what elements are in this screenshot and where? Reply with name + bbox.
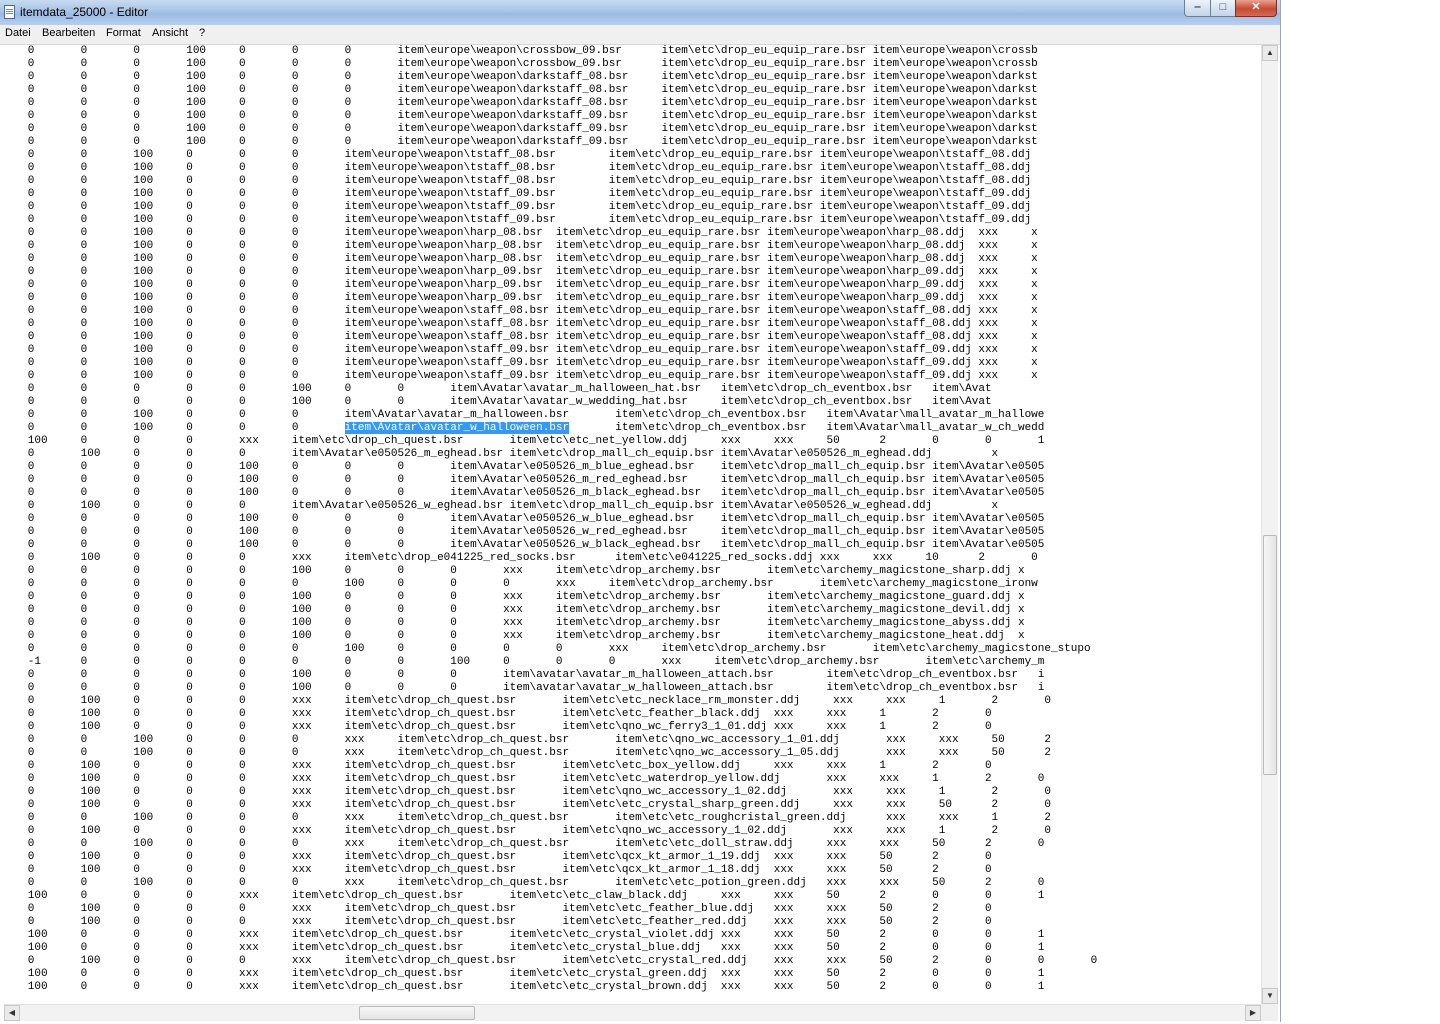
text-line: 0 0 0 100 0 0 0 item\europe\weapon\darks…: [8, 71, 1038, 83]
text-line: 0 0 100 0 0 0 item\europe\weapon\tstaff_…: [8, 201, 1032, 213]
text-line: 0 100 0 0 0 xxx item\etc\drop_ch_quest.b…: [8, 903, 992, 915]
text-line: 0 0 0 0 100 0 0 0 item\Avatar\e050526_w_…: [8, 539, 1045, 551]
text-line: 0 100 0 0 0 xxx item\etc\drop_ch_quest.b…: [8, 760, 992, 772]
size-grip[interactable]: [1261, 1004, 1278, 1021]
text-line: 0 0 100 0 0 0 xxx item\etc\drop_ch_quest…: [8, 812, 1051, 824]
notepad-window: itemdata_25000 - Editor ‒ □ ✕ Datei Bear…: [0, 0, 1281, 1022]
scroll-right-button[interactable]: ▶: [1245, 1005, 1261, 1021]
text-line: 0 100 0 0 0 xxx item\etc\drop_ch_quest.b…: [8, 695, 1051, 707]
text-line: 0 0 0 0 0 100 0 0 0 item\avatar\avatar_m…: [8, 669, 1045, 681]
text-line: 0 0 100 0 0 0 xxx item\etc\drop_ch_quest…: [8, 877, 1045, 889]
text-line: 0 0 100 0 0 0 item\europe\weapon\harp_09…: [8, 266, 1038, 278]
text-line: 0 100 0 0 0 xxx item\etc\drop_ch_quest.b…: [8, 916, 992, 928]
text-line: 100 0 0 0 xxx item\etc\drop_ch_quest.bsr…: [8, 929, 1045, 941]
text-line: -1 0 0 0 0 0 0 0 100 0 0 0 xxx item\etc\…: [8, 656, 1045, 668]
text-line: 0 0 0 0 100 0 0 0 item\Avatar\e050526_w_…: [8, 513, 1045, 525]
text-line: 0 0 100 0 0 0 item\europe\weapon\tstaff_…: [8, 188, 1032, 200]
maximize-button[interactable]: □: [1210, 0, 1236, 17]
minimize-button[interactable]: ‒: [1184, 0, 1211, 17]
text-line: 0 100 0 0 0 xxx item\etc\drop_ch_quest.b…: [8, 773, 1045, 785]
text-line: 0 0 100 0 0 0 xxx item\etc\drop_ch_quest…: [8, 838, 1045, 850]
text-line: 0 0 0 0 0 100 0 0 0 xxx item\etc\drop_ar…: [8, 617, 1025, 629]
text-line: 0 0 100 0 0 0 item\europe\weapon\tstaff_…: [8, 149, 1032, 161]
text-line: 0 0 0 100 0 0 0 item\europe\weapon\darks…: [8, 110, 1038, 122]
text-line: 0 0 0 100 0 0 0 item\europe\weapon\darks…: [8, 84, 1038, 96]
text-line: 0 0 0 0 100 0 0 0 item\Avatar\e050526_m_…: [8, 474, 1045, 486]
editor-text: 0 0 0 100 0 0 0 item\europe\weapon\cross…: [4, 45, 1097, 994]
text-line: 0 0 0 0 0 100 0 0 0 xxx item\etc\drop_ar…: [8, 604, 1025, 616]
text-line: 100 0 0 0 xxx item\etc\drop_ch_quest.bsr…: [8, 435, 1045, 447]
notepad-app-icon[interactable]: [4, 5, 15, 19]
menu-bar: Datei Bearbeiten Format Ansicht ?: [0, 25, 1280, 45]
text-line: 0 100 0 0 0 item\Avatar\e050526_w_eghead…: [8, 500, 999, 512]
text-line: 0 0 0 0 0 0 100 0 0 0 0 xxx item\etc\dro…: [8, 643, 1091, 655]
text-line: 100 0 0 0 xxx item\etc\drop_ch_quest.bsr…: [8, 968, 1045, 980]
text-line: 0 0 100 0 0 0 item\europe\weapon\harp_09…: [8, 292, 1038, 304]
text-line: 0 0 100 0 0 0 xxx item\etc\drop_ch_quest…: [8, 747, 1051, 759]
text-line: 0 0 0 0 100 0 0 0 item\Avatar\e050526_w_…: [8, 526, 1045, 538]
text-line: 0 100 0 0 0 xxx item\etc\drop_ch_quest.b…: [8, 955, 1098, 967]
vertical-scroll-thumb[interactable]: [1263, 535, 1277, 775]
menu-help[interactable]: ?: [199, 27, 205, 39]
text-line: 0 100 0 0 0 xxx item\etc\drop_ch_quest.b…: [8, 864, 992, 876]
text-line: 0 0 0 0 0 100 0 0 0 item\avatar\avatar_w…: [8, 682, 1045, 694]
text-line: 0 100 0 0 0 xxx item\etc\drop_ch_quest.b…: [8, 799, 1051, 811]
text-line: 0 0 100 0 0 0 item\europe\weapon\harp_09…: [8, 279, 1038, 291]
text-line: 0 0 0 100 0 0 0 item\europe\weapon\cross…: [8, 45, 1038, 57]
text-line: 0 0 100 0 0 0 xxx item\etc\drop_ch_quest…: [8, 734, 1051, 746]
title-bar[interactable]: itemdata_25000 - Editor ‒ □ ✕: [0, 0, 1280, 25]
text-line: 0 0 100 0 0 0 item\Avatar\avatar_w_hallo…: [8, 422, 1045, 434]
text-line: 0 0 0 0 0 0 100 0 0 0 xxx item\etc\drop_…: [8, 578, 1038, 590]
text-line: 0 0 100 0 0 0 item\europe\weapon\staff_0…: [8, 331, 1038, 343]
menu-format[interactable]: Format: [106, 27, 141, 39]
text-line: 0 100 0 0 0 xxx item\etc\drop_ch_quest.b…: [8, 851, 992, 863]
text-line: 0 0 0 0 0 100 0 0 0 xxx item\etc\drop_ar…: [8, 591, 1025, 603]
text-line: 0 0 0 0 0 100 0 0 item\Avatar\avatar_m_h…: [8, 383, 992, 395]
text-line: 0 0 0 0 0 100 0 0 item\Avatar\avatar_w_w…: [8, 396, 992, 408]
text-line: 0 100 0 0 0 xxx item\etc\drop_e041225_re…: [8, 552, 1038, 564]
text-line: 0 100 0 0 0 xxx item\etc\drop_ch_quest.b…: [8, 708, 992, 720]
text-line: 0 0 0 100 0 0 0 item\europe\weapon\darks…: [8, 136, 1038, 148]
text-line: 0 100 0 0 0 xxx item\etc\drop_ch_quest.b…: [8, 825, 1051, 837]
text-line: 0 0 0 0 0 100 0 0 0 xxx item\etc\drop_ar…: [8, 630, 1025, 642]
text-line: 0 0 100 0 0 0 item\europe\weapon\harp_08…: [8, 227, 1038, 239]
text-line: 0 0 100 0 0 0 item\europe\weapon\staff_0…: [8, 357, 1038, 369]
text-line: 0 0 100 0 0 0 item\europe\weapon\staff_0…: [8, 370, 1038, 382]
menu-datei[interactable]: Datei: [5, 27, 31, 39]
menu-ansicht[interactable]: Ansicht: [152, 27, 188, 39]
horizontal-scrollbar[interactable]: ◀ ▶: [4, 1004, 1261, 1021]
text-line: 100 0 0 0 xxx item\etc\drop_ch_quest.bsr…: [8, 890, 1045, 902]
horizontal-scroll-thumb[interactable]: [359, 1006, 475, 1020]
text-line: 0 0 0 100 0 0 0 item\europe\weapon\darks…: [8, 123, 1038, 135]
scroll-down-button[interactable]: ▼: [1262, 988, 1278, 1004]
text-line: 0 0 0 0 100 0 0 0 item\Avatar\e050526_m_…: [8, 461, 1045, 473]
text-line: 0 0 100 0 0 0 item\europe\weapon\tstaff_…: [8, 214, 1032, 226]
text-line: 100 0 0 0 xxx item\etc\drop_ch_quest.bsr…: [8, 981, 1045, 993]
text-line: 0 100 0 0 0 item\Avatar\e050526_m_eghead…: [8, 448, 999, 460]
text-line: 0 0 100 0 0 0 item\europe\weapon\tstaff_…: [8, 175, 1032, 187]
text-line: 0 0 100 0 0 0 item\europe\weapon\harp_08…: [8, 240, 1038, 252]
text-line: 0 100 0 0 0 xxx item\etc\drop_ch_quest.b…: [8, 786, 1051, 798]
window-title: itemdata_25000 - Editor: [20, 5, 149, 19]
text-line: 0 100 0 0 0 xxx item\etc\drop_ch_quest.b…: [8, 721, 992, 733]
scroll-left-button[interactable]: ◀: [4, 1005, 20, 1021]
selected-text: item\Avatar\avatar_w_halloween.bsr: [344, 422, 570, 434]
scroll-up-button[interactable]: ▲: [1262, 45, 1278, 61]
text-line: 0 0 100 0 0 0 item\europe\weapon\staff_0…: [8, 305, 1038, 317]
text-line: 0 0 100 0 0 0 item\europe\weapon\tstaff_…: [8, 162, 1032, 174]
text-line: 0 0 100 0 0 0 item\europe\weapon\harp_08…: [8, 253, 1038, 265]
text-line: 0 0 0 0 100 0 0 0 item\Avatar\e050526_m_…: [8, 487, 1045, 499]
text-line: 0 0 0 0 0 100 0 0 0 xxx item\etc\drop_ar…: [8, 565, 1025, 577]
text-line: 0 0 0 100 0 0 0 item\europe\weapon\cross…: [8, 58, 1038, 70]
text-editor-area[interactable]: 0 0 0 100 0 0 0 item\europe\weapon\cross…: [4, 45, 1258, 1003]
close-button[interactable]: ✕: [1235, 0, 1277, 17]
text-line: 100 0 0 0 xxx item\etc\drop_ch_quest.bsr…: [8, 942, 1045, 954]
text-line: 0 0 100 0 0 0 item\europe\weapon\staff_0…: [8, 344, 1038, 356]
menu-bearbeiten[interactable]: Bearbeiten: [42, 27, 95, 39]
text-line: 0 0 100 0 0 0 item\Avatar\avatar_m_hallo…: [8, 409, 1045, 421]
text-line: 0 0 0 100 0 0 0 item\europe\weapon\darks…: [8, 97, 1038, 109]
vertical-scrollbar[interactable]: ▲ ▼: [1261, 45, 1278, 1004]
text-line: 0 0 100 0 0 0 item\europe\weapon\staff_0…: [8, 318, 1038, 330]
